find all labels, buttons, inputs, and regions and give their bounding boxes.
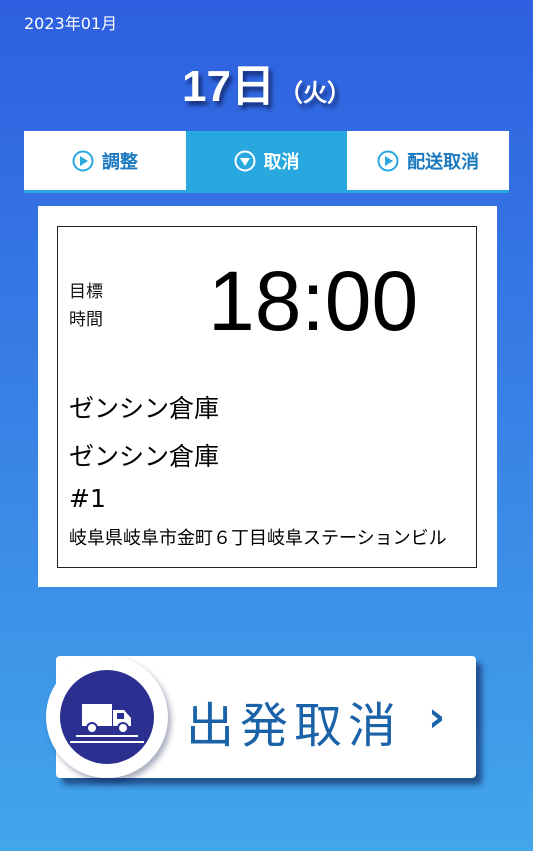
tab-delivery-cancel[interactable]: 配送取消 [347, 131, 510, 190]
tab-adjust[interactable]: 調整 [24, 131, 186, 190]
tab-delivery-cancel-label: 配送取消 [407, 151, 480, 173]
depart-cancel-button[interactable]: 出発取消 › [46, 656, 476, 778]
truck-badge [46, 656, 168, 778]
delivery-card: 目標 時間 18:00 ゼンシン倉庫 ゼンシン倉庫 #1 岐阜県岐阜市金町６丁目… [38, 206, 497, 587]
year-month: 2023年01月 [24, 14, 118, 33]
play-circle-icon [377, 150, 399, 171]
delivery-location: ゼンシン倉庫 [69, 442, 220, 471]
target-label-line2: 時間 [69, 310, 103, 330]
depart-cancel-label: 出発取消 [186, 698, 403, 754]
target-label-line1: 目標 [69, 282, 103, 302]
weekday-label: （火） [278, 79, 351, 107]
address: 岐阜県岐阜市金町６丁目岐阜ステーションビル [69, 528, 447, 549]
tab-adjust-label: 調整 [101, 151, 138, 173]
day-label: 17日 [182, 62, 275, 111]
stop-number: #1 [69, 484, 106, 513]
target-time-value: 18:00 [208, 254, 419, 348]
delivery-card-frame: 目標 時間 18:00 ゼンシン倉庫 ゼンシン倉庫 #1 岐阜県岐阜市金町６丁目… [57, 226, 477, 568]
chevron-right-icon: › [428, 692, 446, 741]
play-circle-icon [72, 150, 94, 171]
pickup-location: ゼンシン倉庫 [69, 394, 220, 423]
tab-cancel-label: 取消 [263, 151, 300, 173]
tab-cancel[interactable]: 取消 [185, 131, 348, 190]
tab-bar: 調整 取消 配送取消 [24, 131, 510, 193]
date-heading: 17日 （火） [0, 50, 533, 114]
down-circle-icon [234, 150, 255, 171]
truck-badge-circle [60, 670, 154, 764]
target-time-label: 目標 時間 [69, 278, 103, 334]
truck-icon [70, 704, 144, 743]
